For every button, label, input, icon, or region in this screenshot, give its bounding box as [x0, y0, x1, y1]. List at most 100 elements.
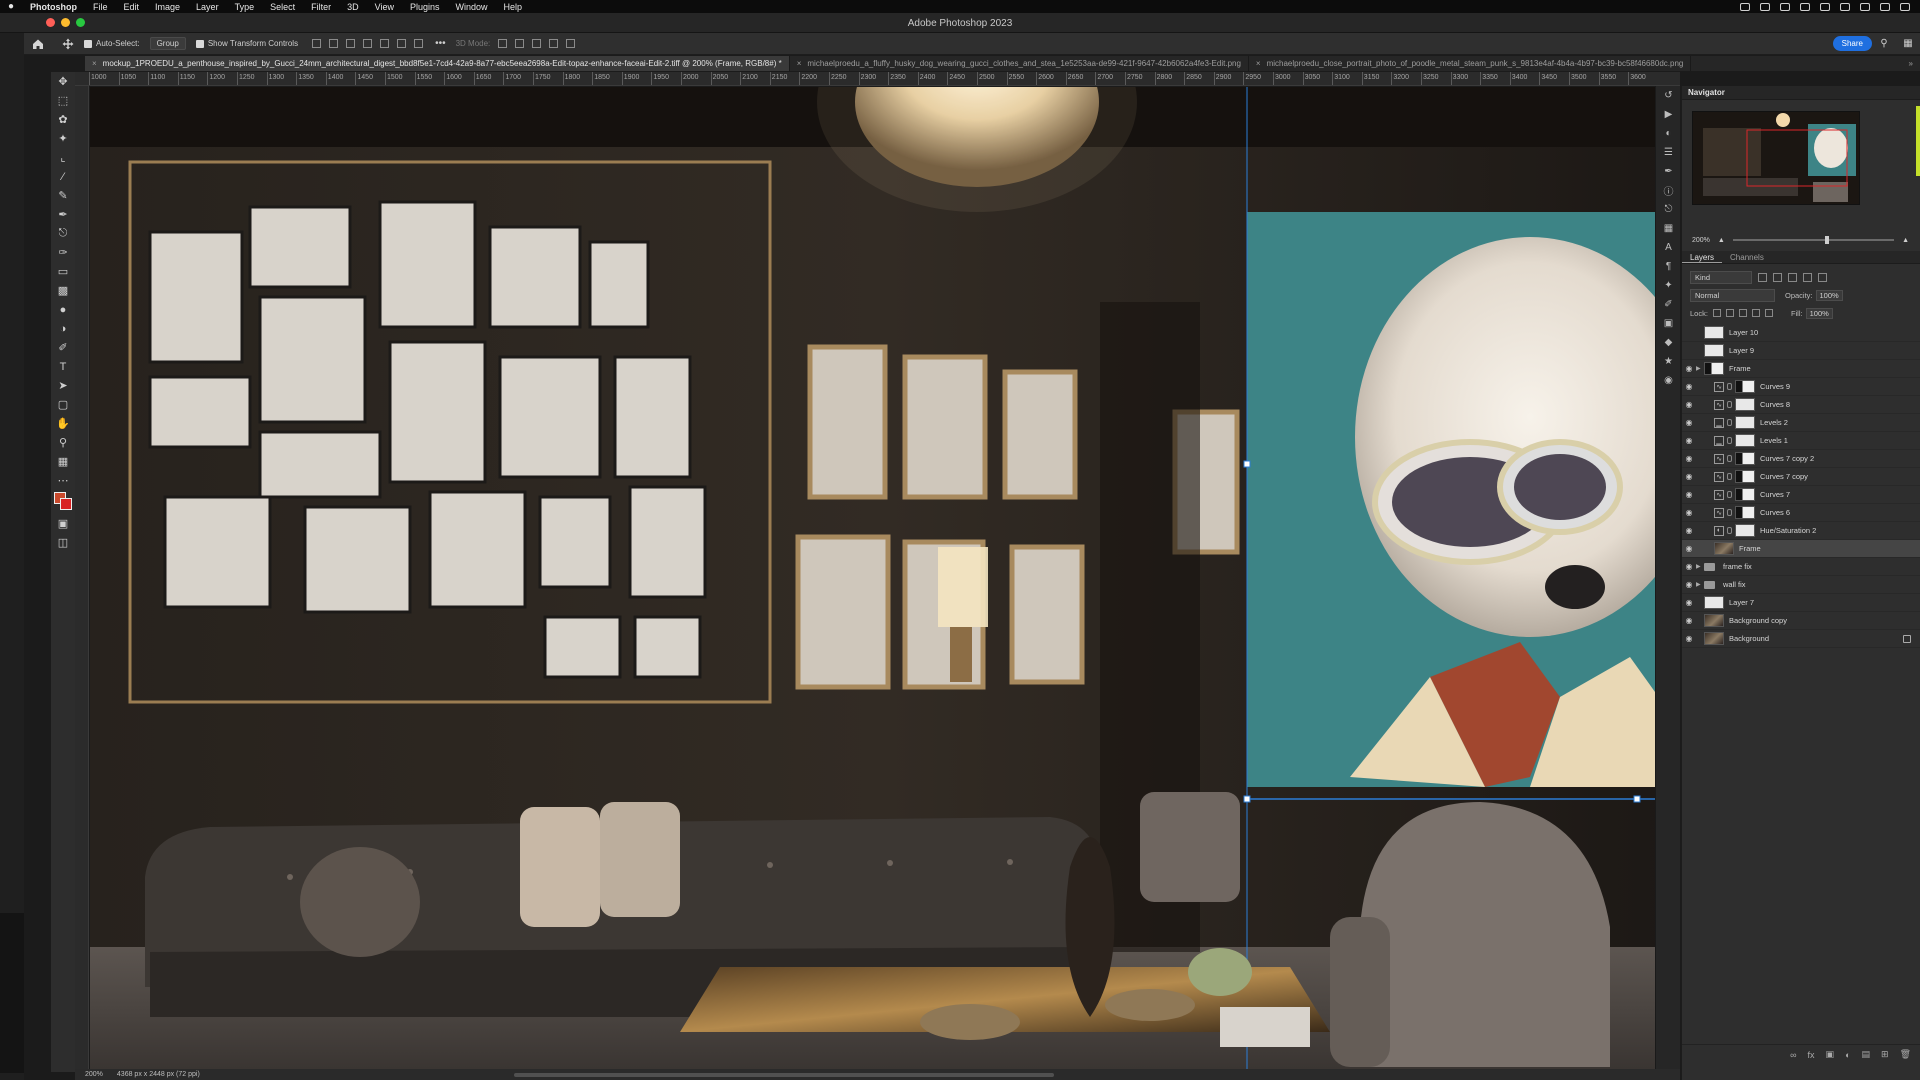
mask-link-icon[interactable]: [1727, 491, 1732, 498]
mask-link-icon[interactable]: [1727, 509, 1732, 516]
status-app-icon[interactable]: [1760, 2, 1770, 11]
layer-row[interactable]: ◉ Frame: [1682, 540, 1920, 558]
eye-icon[interactable]: ◉: [1682, 490, 1696, 499]
expand-group-icon[interactable]: ▶: [1696, 365, 1704, 372]
align-bottom-icon[interactable]: [397, 39, 407, 48]
new-adjustment-icon[interactable]: ◐: [1845, 1050, 1850, 1060]
eye-icon[interactable]: ◉: [1682, 544, 1696, 553]
navigator-preview[interactable]: [1692, 111, 1860, 205]
gradient-tool-icon[interactable]: ▩: [51, 281, 75, 300]
lock-position-icon[interactable]: [1738, 309, 1747, 317]
layer-row[interactable]: ◉ ∿ Curves 9: [1682, 378, 1920, 396]
share-button[interactable]: Share: [1832, 36, 1872, 51]
tab-document-3[interactable]: × michaelproedu_close_portrait_photo_of_…: [1249, 56, 1692, 71]
eye-icon[interactable]: ◉: [1682, 508, 1696, 517]
object-select-tool-icon[interactable]: ✦: [51, 129, 75, 148]
layer-row[interactable]: Layer 9: [1682, 342, 1920, 360]
3d-slide-icon[interactable]: [549, 39, 559, 48]
tabs-overflow-button[interactable]: »: [1902, 56, 1920, 71]
navigator-zoom-value[interactable]: 200%: [1692, 237, 1710, 244]
menu-filter[interactable]: Filter: [303, 2, 339, 12]
eye-icon[interactable]: ◉: [1682, 580, 1696, 589]
color-panel-icon[interactable]: ◉: [1656, 371, 1681, 390]
navigator-zoom-slider[interactable]: [1732, 236, 1895, 244]
tab-channels[interactable]: Channels: [1722, 251, 1772, 263]
eye-icon[interactable]: ◉: [1682, 472, 1696, 481]
menu-type[interactable]: Type: [227, 2, 263, 12]
mask-link-icon[interactable]: [1727, 473, 1732, 480]
filter-smart-object-icon[interactable]: [1818, 272, 1827, 282]
lock-pixels-icon[interactable]: [1725, 309, 1734, 317]
blend-mode-dropdown[interactable]: Normal: [1690, 288, 1775, 302]
menu-image[interactable]: Image: [147, 2, 188, 12]
filter-type-icon[interactable]: [1788, 272, 1797, 282]
eraser-tool-icon[interactable]: ▭: [51, 262, 75, 281]
layer-row[interactable]: ◉ ▁ Levels 1: [1682, 432, 1920, 450]
more-options-icon[interactable]: •••: [435, 38, 446, 49]
tab-document-1[interactable]: × mockup_1PROEDU_a_penthouse_inspired_by…: [85, 56, 790, 71]
3d-scale-icon[interactable]: [566, 39, 576, 48]
status-app-icon[interactable]: [1780, 2, 1790, 11]
brush-tool-icon[interactable]: ✒: [51, 205, 75, 224]
layer-row[interactable]: ◉ ▶ wall fix: [1682, 576, 1920, 594]
menu-help[interactable]: Help: [496, 2, 531, 12]
delete-layer-icon[interactable]: 🗑: [1900, 1049, 1911, 1060]
3d-pan-icon[interactable]: [532, 39, 542, 48]
menu-file[interactable]: File: [85, 2, 116, 12]
layer-row[interactable]: ◉ Layer 7: [1682, 594, 1920, 612]
rectangle-tool-icon[interactable]: ▢: [51, 395, 75, 414]
blur-tool-icon[interactable]: ●: [51, 300, 75, 319]
status-app-icon[interactable]: [1800, 2, 1810, 11]
zoom-tool-icon[interactable]: ⚲: [51, 433, 75, 452]
layer-row[interactable]: ◉ Background: [1682, 630, 1920, 648]
navigator-panel-header[interactable]: Navigator: [1682, 86, 1920, 100]
eye-icon[interactable]: ◉: [1682, 418, 1696, 427]
filter-adjustment-icon[interactable]: [1773, 272, 1782, 282]
horizontal-scrollbar[interactable]: [513, 1072, 1054, 1077]
close-tab-icon[interactable]: ×: [797, 59, 802, 68]
character-panel-icon[interactable]: A: [1656, 238, 1681, 257]
auto-select-target-dropdown[interactable]: Group: [149, 37, 186, 50]
history-panel-icon[interactable]: ↺: [1656, 86, 1681, 105]
menu-layer[interactable]: Layer: [188, 2, 227, 12]
layer-filter-kind[interactable]: Kind: [1690, 270, 1752, 284]
lasso-tool-icon[interactable]: ✿: [51, 110, 75, 129]
add-mask-icon[interactable]: ▣: [1826, 1049, 1835, 1060]
zoom-out-icon[interactable]: ▲: [1718, 237, 1725, 244]
close-tab-icon[interactable]: ×: [92, 59, 97, 68]
layer-style-icon[interactable]: fx: [1808, 1050, 1815, 1060]
3d-roll-icon[interactable]: [515, 39, 525, 48]
eye-icon[interactable]: ◉: [1682, 436, 1696, 445]
show-transform-option[interactable]: Show Transform Controls: [195, 39, 298, 48]
adjustments-panel-icon[interactable]: ◐: [1656, 124, 1681, 143]
hand-tool-icon[interactable]: ✋: [51, 414, 75, 433]
filter-pixel-icon[interactable]: [1758, 272, 1767, 282]
libraries-panel-icon[interactable]: ▦: [1656, 219, 1681, 238]
brushes-panel-icon[interactable]: ✒: [1656, 162, 1681, 181]
zoom-in-icon[interactable]: ▲: [1902, 237, 1909, 244]
status-zoom[interactable]: 200%: [85, 1071, 103, 1078]
glyphs-panel-icon[interactable]: ★: [1656, 352, 1681, 371]
expand-group-icon[interactable]: ▶: [1696, 563, 1704, 570]
properties-panel-icon[interactable]: ☰: [1656, 143, 1681, 162]
layer-row[interactable]: ◉ ▁ Levels 2: [1682, 414, 1920, 432]
mask-link-icon[interactable]: [1727, 419, 1732, 426]
eyedropper-tool-icon[interactable]: ⁄: [51, 167, 75, 186]
close-tab-icon[interactable]: ×: [1256, 59, 1261, 68]
healing-brush-tool-icon[interactable]: ✎: [51, 186, 75, 205]
eye-icon[interactable]: ◉: [1682, 454, 1696, 463]
crop-tool-icon[interactable]: ⌞: [51, 148, 75, 167]
align-top-icon[interactable]: [363, 39, 373, 48]
styles-panel-icon[interactable]: ◆: [1656, 333, 1681, 352]
menu-view[interactable]: View: [367, 2, 402, 12]
tab-layers[interactable]: Layers: [1682, 251, 1723, 263]
layer-row[interactable]: ◉ Background copy: [1682, 612, 1920, 630]
fill-input[interactable]: 100%: [1805, 307, 1833, 319]
mask-link-icon[interactable]: [1727, 383, 1732, 390]
color-swatches[interactable]: [51, 490, 75, 514]
layer-row[interactable]: ◉ ▶ frame fix: [1682, 558, 1920, 576]
dodge-tool-icon[interactable]: ◑: [51, 319, 75, 338]
more-tools-icon[interactable]: ⋯: [51, 471, 75, 490]
status-app-icon[interactable]: [1740, 2, 1750, 11]
expand-group-icon[interactable]: ▶: [1696, 581, 1704, 588]
